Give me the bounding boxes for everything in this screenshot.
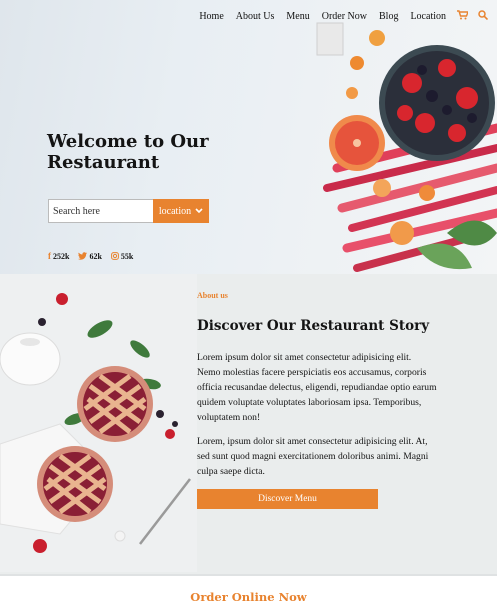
twitter-count: 62k [89, 251, 102, 261]
search-input[interactable] [48, 199, 153, 223]
hero-section: Home About Us Menu Order Now Blog Locati… [0, 0, 497, 274]
location-dropdown[interactable]: location [153, 199, 209, 223]
discover-menu-button[interactable]: Discover Menu [197, 489, 378, 509]
twitter-link[interactable]: 62k [78, 251, 102, 261]
about-paragraph-1: Lorem ipsum dolor sit amet consectetur a… [197, 352, 437, 423]
order-online-title: Order Online Now [190, 590, 307, 604]
about-section: About us Discover Our Restaurant Story L… [0, 274, 497, 574]
chevron-down-icon [195, 208, 203, 214]
instagram-count: 55k [120, 251, 134, 261]
search-icon[interactable] [478, 10, 489, 23]
nav-menu[interactable]: Menu [286, 11, 309, 22]
facebook-count: 252k [53, 251, 70, 261]
about-kicker: About us [197, 291, 228, 300]
nav-home[interactable]: Home [199, 11, 223, 22]
location-label: location [158, 205, 192, 217]
nav-about-us[interactable]: About Us [236, 11, 275, 22]
about-paragraph-2: Lorem, ipsum dolor sit amet consectetur … [197, 436, 429, 477]
pie-image [0, 274, 197, 572]
facebook-link[interactable]: f 252k [48, 251, 69, 261]
hero-title: Welcome to Our Restaurant [47, 131, 209, 173]
facebook-icon: f [48, 251, 51, 261]
search-bar: location [48, 199, 209, 223]
nav-order-now[interactable]: Order Now [322, 11, 367, 22]
nav-location[interactable]: Location [410, 11, 446, 22]
instagram-link[interactable]: 55k [111, 251, 133, 261]
main-nav: Home About Us Menu Order Now Blog Locati… [193, 10, 493, 23]
cart-icon[interactable] [457, 10, 470, 23]
hero-food-image [316, 22, 497, 272]
section-divider [0, 574, 497, 576]
nav-blog[interactable]: Blog [379, 11, 398, 22]
twitter-icon [78, 252, 88, 260]
about-title: Discover Our Restaurant Story [197, 318, 430, 334]
instagram-icon [111, 252, 119, 260]
social-counts: f 252k 62k 55k [48, 251, 133, 261]
